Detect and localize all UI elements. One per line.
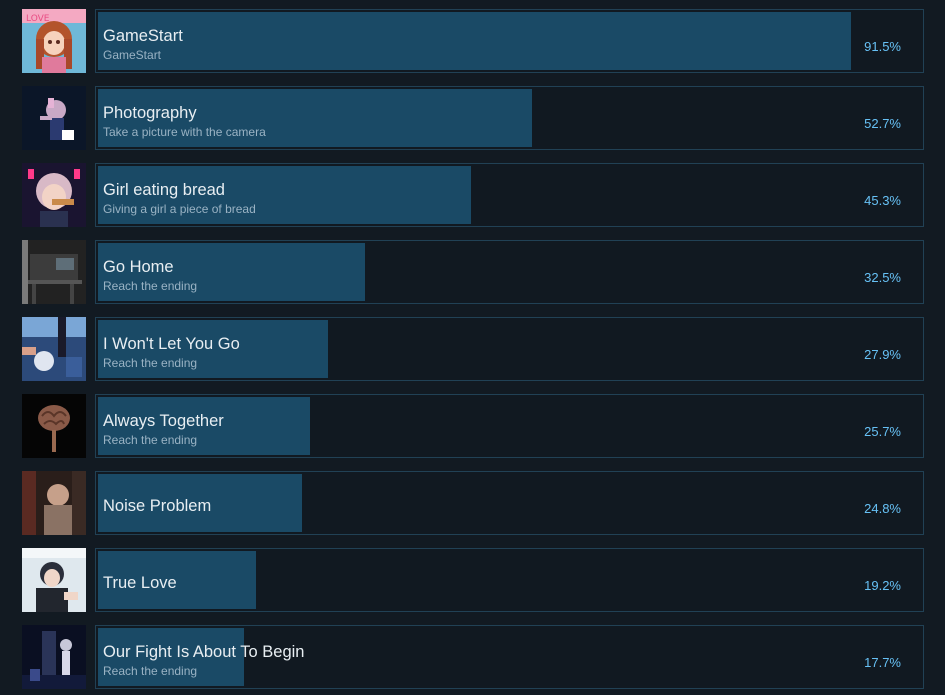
achievement-description: Reach the ending xyxy=(103,279,198,293)
our-fight-icon xyxy=(22,625,86,689)
achievement-row[interactable]: LOVE GameStart GameStart 91.5% xyxy=(22,9,924,73)
achievement-progress-bar: I Won't Let You Go Reach the ending 27.9% xyxy=(95,317,924,381)
achievement-progress-bar: Photography Take a picture with the camer… xyxy=(95,86,924,150)
achievement-progress-bar: Girl eating bread Giving a girl a piece o… xyxy=(95,163,924,227)
achievement-title: True Love xyxy=(103,574,177,592)
achievement-description: Giving a girl a piece of bread xyxy=(103,202,256,216)
achievement-row[interactable]: I Won't Let You Go Reach the ending 27.9% xyxy=(22,317,924,381)
achievement-row[interactable]: Photography Take a picture with the camer… xyxy=(22,86,924,150)
go-home-icon xyxy=(22,240,86,304)
achievement-row[interactable]: Go Home Reach the ending 32.5% xyxy=(22,240,924,304)
achievement-percent: 32.5% xyxy=(864,270,901,285)
achievement-title: Noise Problem xyxy=(103,497,212,515)
wont-let-you-go-icon xyxy=(22,317,86,381)
achievement-description: Reach the ending xyxy=(103,356,198,370)
achievement-progress-bar: GameStart GameStart 91.5% xyxy=(95,9,924,73)
achievement-title: Go Home xyxy=(103,258,174,276)
achievement-title: Girl eating bread xyxy=(103,181,225,199)
achievement-progress-bar: Go Home Reach the ending 32.5% xyxy=(95,240,924,304)
achievement-list: LOVE GameStart GameStart 91.5% Photography Ta… xyxy=(0,0,945,695)
achievement-title: I Won't Let You Go xyxy=(103,335,240,353)
achievement-row[interactable]: Girl eating bread Giving a girl a piece o… xyxy=(22,163,924,227)
achievement-percent: 25.7% xyxy=(864,424,901,439)
achievement-progress-fill xyxy=(98,12,851,70)
achievement-percent: 52.7% xyxy=(864,116,901,131)
achievement-title: Photography xyxy=(103,104,197,122)
achievement-description: GameStart xyxy=(103,48,162,62)
achievement-description: Take a picture with the camera xyxy=(103,125,266,139)
achievement-progress-bar: Always Together Reach the ending 25.7% xyxy=(95,394,924,458)
achievement-progress-bar: Noise Problem 24.8% xyxy=(95,471,924,535)
achievement-title: GameStart xyxy=(103,27,183,45)
achievement-progress-bar: Our Fight Is About To Begin Reach the end… xyxy=(95,625,924,689)
photography-icon xyxy=(22,86,86,150)
achievement-row[interactable]: Noise Problem 24.8% xyxy=(22,471,924,535)
achievement-title: Our Fight Is About To Begin xyxy=(103,643,305,661)
achievement-row[interactable]: Our Fight Is About To Begin Reach the end… xyxy=(22,625,924,689)
achievement-percent: 24.8% xyxy=(864,501,901,516)
achievement-row[interactable]: Always Together Reach the ending 25.7% xyxy=(22,394,924,458)
achievement-description: Reach the ending xyxy=(103,664,198,678)
achievement-progress-bar: True Love 19.2% xyxy=(95,548,924,612)
achievement-percent: 19.2% xyxy=(864,578,901,593)
noise-problem-icon xyxy=(22,471,86,535)
always-together-icon xyxy=(22,394,86,458)
achievement-percent: 91.5% xyxy=(864,39,901,54)
achievement-percent: 17.7% xyxy=(864,655,901,670)
achievement-row[interactable]: True Love 19.2% xyxy=(22,548,924,612)
achievement-percent: 27.9% xyxy=(864,347,901,362)
achievement-percent: 45.3% xyxy=(864,193,901,208)
achievement-title: Always Together xyxy=(103,412,224,430)
girl-eating-bread-icon xyxy=(22,163,86,227)
svg-text:LOVE: LOVE xyxy=(26,14,50,24)
achievement-description: Reach the ending xyxy=(103,433,198,447)
game-start-icon: LOVE xyxy=(22,9,86,73)
true-love-icon xyxy=(22,548,86,612)
